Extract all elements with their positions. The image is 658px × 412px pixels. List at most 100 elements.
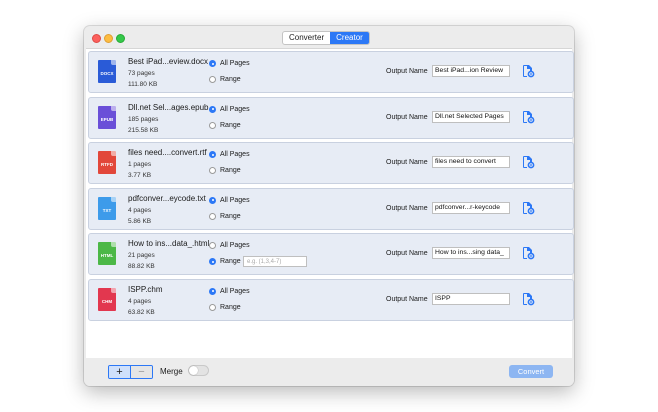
output-name-field[interactable]: Dll.net Selected Pages [432, 110, 510, 123]
app-window: Converter Creator DOCX Best iPad...eview.… [84, 26, 574, 386]
file-type-icon: RTFD [98, 151, 116, 174]
all-pages-label: All Pages [220, 60, 250, 67]
output-name-field[interactable]: How to ins...sing data_ [432, 247, 510, 259]
tab-converter[interactable]: Converter [283, 32, 330, 44]
file-settings-icon[interactable] [521, 201, 535, 215]
range-label: Range [220, 121, 241, 129]
radio-indicator[interactable] [209, 196, 216, 204]
file-row[interactable]: CHM ISPP.chm 4 pages 63.82 KB All Pages Range… [88, 278, 574, 321]
file-type-icon: CHM [98, 287, 116, 311]
file-row[interactable]: RTFD files need....convert.rtf 1 pages 3.77… [88, 142, 574, 184]
bottom-toolbar: + − Merge Convert [84, 358, 574, 386]
radio-indicator[interactable] [209, 60, 216, 67]
radio-indicator[interactable] [209, 287, 216, 295]
output-name-field[interactable]: ISPP [432, 292, 510, 305]
radio-indicator[interactable] [209, 212, 216, 220]
file-type-label: EPUB [100, 116, 114, 122]
radio-indicator[interactable] [209, 258, 216, 265]
file-size: 111.80 KB [128, 81, 158, 88]
tab-creator[interactable]: Creator [330, 32, 369, 44]
page-range-input[interactable]: e.g. (1,3,4-7) [243, 256, 307, 267]
file-type-label: CHM [101, 298, 113, 304]
all-pages-label: All Pages [220, 105, 250, 113]
file-list: DOCX Best iPad...eview.docx 73 pages 111.80… [86, 48, 574, 359]
file-name: Dll.net Sel...ages.epub [128, 102, 209, 112]
add-file-button[interactable]: + [109, 366, 130, 378]
convert-button[interactable]: Convert [509, 365, 553, 378]
all-pages-radio[interactable]: All Pages [209, 287, 250, 295]
range-label: Range [220, 212, 241, 220]
title-bar: Converter Creator [84, 26, 574, 48]
file-size: 5.86 KB [128, 217, 152, 225]
all-pages-radio[interactable]: All Pages [209, 151, 250, 158]
all-pages-label: All Pages [220, 196, 250, 204]
range-radio[interactable]: Range [209, 76, 241, 83]
close-window-button[interactable] [92, 34, 101, 43]
minimize-window-button[interactable] [104, 34, 113, 43]
file-settings-icon[interactable] [521, 292, 535, 306]
file-size: 88.82 KB [128, 263, 155, 270]
toggle-knob [189, 366, 198, 375]
file-type-icon: TXT [98, 196, 116, 220]
all-pages-radio[interactable]: All Pages [209, 196, 250, 204]
remove-file-button[interactable]: − [130, 366, 152, 378]
radio-indicator[interactable] [209, 76, 216, 83]
range-radio[interactable]: Range [209, 258, 241, 265]
file-settings-icon[interactable] [521, 246, 535, 260]
file-row[interactable]: HTML How to ins...data_.html 21 pages 88.82… [88, 233, 574, 275]
file-name: How to ins...data_.html [128, 239, 210, 248]
output-name-label: Output Name [386, 204, 428, 212]
range-radio[interactable]: Range [209, 167, 241, 174]
radio-indicator[interactable] [209, 121, 216, 129]
file-type-icon: DOCX [98, 60, 116, 83]
file-page-count: 4 pages [128, 206, 152, 214]
output-name-label: Output Name [386, 68, 428, 75]
radio-indicator[interactable] [209, 167, 216, 174]
file-size: 215.58 KB [128, 126, 159, 134]
output-name-label: Output Name [386, 295, 428, 303]
all-pages-radio[interactable]: All Pages [209, 242, 250, 249]
file-page-count: 21 pages [128, 252, 155, 259]
file-page-count: 73 pages [128, 70, 155, 77]
merge-toggle[interactable] [188, 365, 209, 376]
file-type-label: RTFD [101, 162, 113, 167]
range-label: Range [220, 258, 241, 265]
radio-indicator[interactable] [209, 242, 216, 249]
file-settings-icon[interactable] [521, 155, 535, 169]
zoom-window-button[interactable] [116, 34, 125, 43]
file-name: pdfconver...eycode.txt [128, 193, 206, 203]
file-settings-icon[interactable] [521, 110, 535, 124]
file-row[interactable]: EPUB Dll.net Sel...ages.epub 185 pages 215.… [88, 96, 574, 139]
range-radio[interactable]: Range [209, 121, 241, 129]
mode-segmented-control: Converter Creator [282, 31, 370, 45]
file-settings-icon[interactable] [521, 64, 535, 78]
all-pages-radio[interactable]: All Pages [209, 60, 250, 67]
all-pages-label: All Pages [220, 151, 250, 158]
radio-indicator[interactable] [209, 151, 216, 158]
file-type-label: HTML [100, 253, 114, 258]
file-row[interactable]: TXT pdfconver...eycode.txt 4 pages 5.86 KB A… [88, 187, 574, 230]
radio-indicator[interactable] [209, 303, 216, 311]
all-pages-label: All Pages [220, 242, 250, 249]
file-name: Best iPad...eview.docx [128, 57, 209, 66]
file-type-label: DOCX [100, 71, 114, 76]
output-name-label: Output Name [386, 159, 428, 166]
range-radio[interactable]: Range [209, 212, 241, 220]
output-name-field[interactable]: pdfconver...r-keycode [432, 201, 510, 214]
file-page-count: 185 pages [128, 115, 159, 123]
file-row[interactable]: DOCX Best iPad...eview.docx 73 pages 111.80… [88, 51, 574, 93]
file-type-icon: EPUB [98, 105, 116, 129]
output-name-label: Output Name [386, 113, 428, 121]
file-name: ISPP.chm [128, 284, 163, 294]
output-name-field[interactable]: Best iPad...ion Review [432, 65, 510, 77]
range-label: Range [220, 76, 241, 83]
add-remove-group: + − [108, 365, 153, 379]
file-page-count: 4 pages [128, 297, 152, 305]
merge-label: Merge [160, 367, 183, 376]
range-radio[interactable]: Range [209, 303, 241, 311]
output-name-field[interactable]: files need to convert [432, 156, 510, 168]
all-pages-radio[interactable]: All Pages [209, 105, 250, 113]
radio-indicator[interactable] [209, 105, 216, 113]
file-type-icon: HTML [98, 242, 116, 265]
file-type-label: TXT [102, 207, 112, 213]
